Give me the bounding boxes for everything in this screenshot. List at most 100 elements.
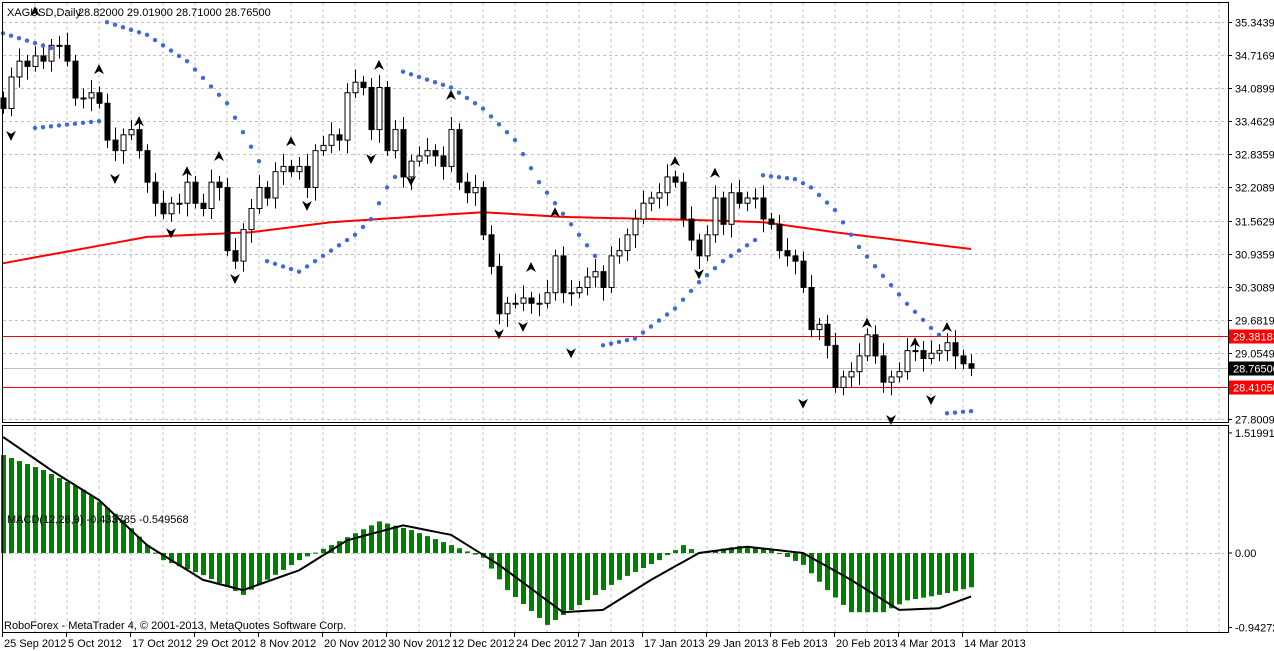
candle[interactable] (472, 174, 479, 206)
candle[interactable] (952, 330, 959, 370)
candle[interactable] (832, 332, 839, 393)
candle[interactable] (768, 212, 775, 230)
candle[interactable] (416, 146, 423, 167)
candle[interactable] (344, 83, 351, 154)
candle[interactable] (720, 191, 727, 235)
candle[interactable] (216, 175, 223, 201)
candle[interactable] (96, 86, 103, 109)
candle[interactable] (160, 190, 167, 220)
candle[interactable] (64, 32, 71, 67)
candle[interactable] (128, 120, 135, 141)
candle[interactable] (192, 175, 199, 209)
candle[interactable] (448, 116, 455, 172)
candle[interactable] (896, 362, 903, 383)
candle[interactable] (144, 144, 151, 193)
candle[interactable] (968, 354, 975, 377)
candle[interactable] (608, 246, 615, 293)
candle[interactable] (536, 293, 543, 317)
candle[interactable] (960, 349, 967, 370)
candle[interactable] (688, 206, 695, 251)
candle[interactable] (184, 169, 191, 217)
candle[interactable] (624, 228, 631, 262)
candle[interactable] (664, 164, 671, 206)
candle[interactable] (856, 343, 863, 385)
candle[interactable] (24, 54, 31, 80)
candle[interactable] (240, 223, 247, 272)
candle[interactable] (384, 81, 391, 156)
candle[interactable] (104, 93, 111, 148)
candle[interactable] (312, 144, 319, 201)
candle[interactable] (552, 249, 559, 301)
candle[interactable] (800, 251, 807, 293)
candle[interactable] (888, 370, 895, 396)
candle[interactable] (248, 199, 255, 243)
candle[interactable] (120, 128, 127, 164)
candle[interactable] (224, 177, 231, 256)
candle[interactable] (848, 362, 855, 388)
candle[interactable] (792, 249, 799, 275)
candle[interactable] (680, 172, 687, 227)
candle[interactable] (944, 333, 951, 362)
candle[interactable] (928, 340, 935, 364)
candle[interactable] (464, 172, 471, 204)
candle[interactable] (808, 274, 815, 338)
candle[interactable] (784, 237, 791, 267)
candle[interactable] (80, 88, 87, 109)
candle[interactable] (16, 48, 23, 88)
candle[interactable] (400, 116, 407, 188)
candle[interactable] (288, 160, 295, 177)
candle[interactable] (440, 146, 447, 180)
candle[interactable] (208, 169, 215, 220)
candle[interactable] (432, 144, 439, 167)
candle[interactable] (456, 123, 463, 191)
candle[interactable] (72, 54, 79, 106)
candle[interactable] (568, 280, 575, 306)
candle[interactable] (648, 191, 655, 212)
candle[interactable] (936, 344, 943, 362)
candle[interactable] (584, 267, 591, 296)
candle[interactable] (88, 80, 95, 112)
candle[interactable] (168, 196, 175, 222)
candle[interactable] (376, 74, 383, 143)
candle[interactable] (840, 370, 847, 396)
candle[interactable] (728, 183, 735, 238)
candle[interactable] (8, 67, 15, 117)
candle[interactable] (600, 265, 607, 301)
candle[interactable] (352, 69, 359, 98)
candle[interactable] (712, 185, 719, 243)
candles[interactable] (0, 32, 975, 396)
candle[interactable] (424, 137, 431, 164)
candle[interactable] (48, 39, 55, 72)
candle[interactable] (528, 291, 535, 314)
candle[interactable] (152, 172, 159, 217)
candle[interactable] (368, 77, 375, 141)
candle[interactable] (176, 193, 183, 214)
candle[interactable] (264, 181, 271, 206)
candle[interactable] (320, 135, 327, 156)
mt4-chart-window[interactable]: 35.34390 34.71690 34.08990 33.46290 32.83590… (0, 0, 1274, 651)
candle[interactable] (752, 188, 759, 209)
candle[interactable] (592, 259, 599, 288)
candle[interactable] (112, 127, 119, 162)
candle[interactable] (904, 337, 911, 380)
candle[interactable] (296, 156, 303, 180)
candle[interactable] (696, 233, 703, 270)
candle[interactable] (488, 225, 495, 275)
candle[interactable] (520, 285, 527, 312)
candle[interactable] (232, 237, 239, 270)
candle[interactable] (0, 91, 7, 114)
candle[interactable] (704, 225, 711, 262)
candle[interactable] (672, 170, 679, 188)
candle[interactable] (496, 253, 503, 325)
macd-indicator[interactable] (1, 436, 974, 625)
candle[interactable] (256, 174, 263, 214)
candle[interactable] (328, 122, 335, 154)
candle[interactable] (200, 193, 207, 217)
candle[interactable] (360, 75, 367, 96)
candle[interactable] (920, 341, 927, 372)
candle[interactable] (912, 344, 919, 362)
candle[interactable] (744, 191, 751, 212)
candle[interactable] (640, 190, 647, 225)
candle[interactable] (272, 162, 279, 209)
candle[interactable] (392, 120, 399, 159)
